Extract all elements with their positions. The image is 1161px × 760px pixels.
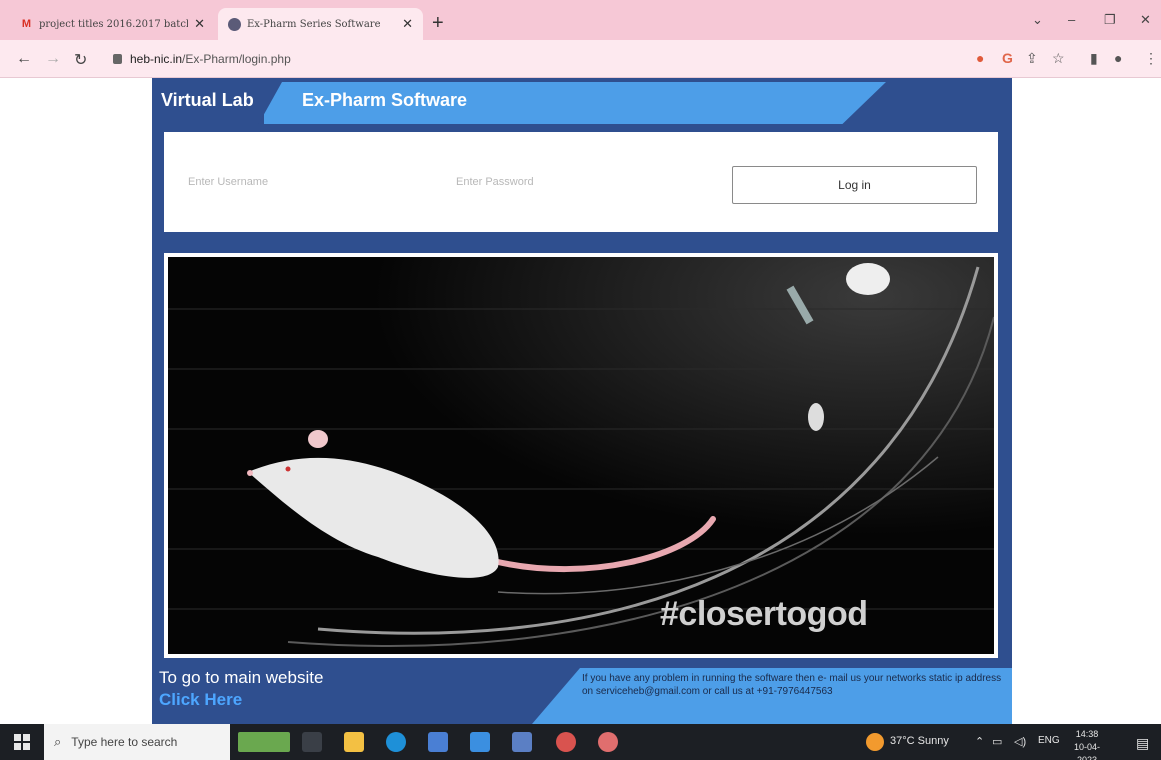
side-panel-icon[interactable]: ▮ — [1090, 50, 1098, 67]
main-website-text: To go to main website — [159, 668, 324, 687]
store-icon[interactable] — [428, 732, 448, 752]
file-explorer-icon[interactable] — [344, 732, 364, 752]
lock-icon — [113, 54, 122, 64]
app-title: Ex-Pharm Software — [302, 90, 468, 110]
windows-start-icon[interactable] — [14, 734, 30, 750]
mouse-ear — [308, 430, 328, 448]
back-icon[interactable]: ← — [16, 50, 32, 68]
share-icon[interactable]: ⇪ — [1026, 50, 1038, 67]
widgets-icon[interactable] — [238, 732, 290, 752]
click-here-link[interactable]: Click Here — [159, 690, 242, 710]
tab-search-icon[interactable]: ⌄ — [1032, 12, 1043, 28]
extension-icon[interactable]: ● — [976, 50, 984, 66]
hero-image: #closertogod — [164, 253, 998, 658]
bookmark-star-icon[interactable]: ☆ — [1052, 50, 1065, 67]
taskbar-search-placeholder: Type here to search — [71, 735, 178, 749]
notes-icon[interactable] — [512, 732, 532, 752]
edge-icon[interactable] — [386, 732, 406, 752]
hero-hashtag: #closertogod — [660, 595, 868, 633]
close-tab-icon[interactable]: ✕ — [194, 16, 205, 32]
site-header: Virtual Lab Ex-Pharm Software — [152, 78, 1012, 130]
search-icon: ⌕ — [54, 734, 62, 749]
mail-icon[interactable] — [470, 732, 490, 752]
login-button[interactable]: Log in — [732, 166, 977, 204]
tab-title: project titles 2016.2017 batches — [39, 18, 189, 30]
browser-tab-bar: M project titles 2016.2017 batches ✕ Ex-… — [0, 0, 1161, 40]
taskbar-clock[interactable]: 14:38 10-04-2023 — [1065, 728, 1109, 760]
close-tab-icon[interactable]: ✕ — [402, 16, 413, 32]
new-tab-button[interactable]: + — [432, 12, 444, 35]
tray-chevron-icon[interactable]: ⌃ — [975, 735, 984, 748]
tab-gmail[interactable]: M project titles 2016.2017 batches ✕ — [10, 8, 215, 40]
task-view-icon[interactable] — [302, 732, 322, 752]
tab-ex-pharm[interactable]: Ex-Pharm Series Software ✕ — [218, 8, 423, 40]
url-domain: heb-nic.in — [130, 52, 183, 66]
forward-icon[interactable]: → — [45, 50, 61, 68]
taskbar-search-box[interactable]: ⌕ Type here to search — [44, 724, 230, 760]
restore-icon[interactable]: ❐ — [1104, 12, 1116, 28]
weather-text[interactable]: 37°C Sunny — [890, 735, 949, 747]
login-panel: Log in — [164, 132, 998, 232]
google-icon[interactable]: G — [1002, 50, 1013, 66]
notifications-icon[interactable]: ▤ — [1136, 735, 1149, 752]
volume-icon[interactable]: ◁) — [1014, 735, 1026, 748]
profile-avatar-icon[interactable]: ● — [1114, 50, 1122, 66]
chrome-profile-icon[interactable] — [598, 732, 618, 752]
mouse-eye — [285, 466, 291, 472]
mouse-in-wheel-illustration — [168, 257, 994, 654]
hero-background — [168, 257, 994, 654]
tab-title: Ex-Pharm Series Software — [247, 18, 381, 30]
username-input[interactable] — [188, 176, 408, 188]
wheel-highlight — [808, 403, 824, 431]
network-icon[interactable]: ▭ — [992, 735, 1002, 748]
clock-date: 10-04-2023 — [1073, 742, 1100, 760]
light-reflection — [846, 263, 890, 295]
address-bar[interactable]: heb-nic.in/Ex-Pharm/login.php — [130, 52, 291, 66]
language-indicator[interactable]: ENG — [1038, 735, 1060, 746]
brand-name: Virtual Lab — [161, 90, 254, 110]
minimize-icon[interactable]: – — [1068, 12, 1075, 27]
chrome-icon[interactable] — [556, 732, 576, 752]
browser-toolbar: ← → ↻ heb-nic.in/Ex-Pharm/login.php ● G … — [0, 40, 1161, 78]
gmail-icon: M — [21, 18, 32, 30]
clock-time: 14:38 — [1075, 729, 1099, 739]
page-container: Virtual Lab Ex-Pharm Software Log in — [152, 78, 1012, 724]
weather-icon — [866, 733, 884, 751]
reload-icon[interactable]: ↻ — [74, 50, 87, 70]
contact-info: If you have any problem in running the s… — [582, 673, 1002, 697]
menu-icon[interactable]: ⋮ — [1144, 50, 1158, 67]
windows-taskbar: ⌕ Type here to search 37°C Sunny ⌃ ▭ ◁) … — [0, 724, 1161, 760]
mouse-nose — [247, 470, 253, 476]
password-input[interactable] — [456, 176, 676, 188]
close-window-icon[interactable]: ✕ — [1140, 12, 1151, 28]
globe-icon — [228, 17, 241, 31]
url-path: /Ex-Pharm/login.php — [182, 52, 291, 66]
